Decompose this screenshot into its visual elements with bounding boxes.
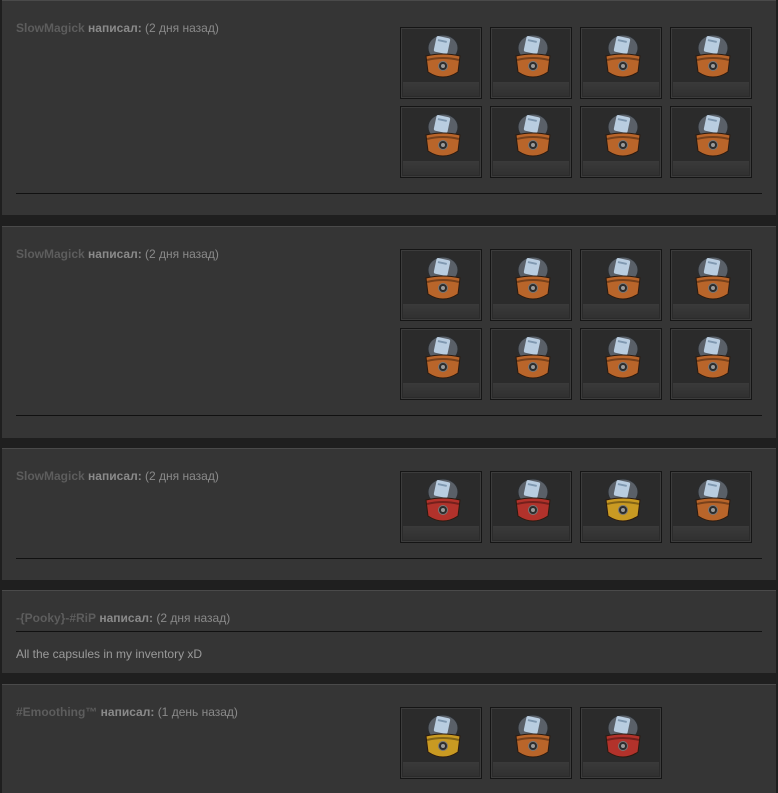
capsule-icon — [425, 478, 461, 522]
inventory-item-tile[interactable] — [400, 106, 482, 178]
item-name-strip — [493, 526, 569, 540]
inventory-item-tile[interactable] — [580, 471, 662, 543]
item-name-strip — [673, 383, 749, 397]
item-name-strip — [493, 82, 569, 96]
item-name-strip — [493, 383, 569, 397]
item-name-strip — [493, 304, 569, 318]
capsule-icon — [695, 335, 731, 379]
comment-header: -{Pooky}-#RiP написал: (2 дня назад) — [16, 611, 230, 625]
wrote-label: написал: — [100, 705, 155, 719]
item-name-strip — [403, 304, 479, 318]
item-name-strip — [403, 762, 479, 776]
capsule-icon — [605, 478, 641, 522]
inventory-item-tile[interactable] — [490, 249, 572, 321]
capsule-icon — [695, 34, 731, 78]
item-name-strip — [403, 383, 479, 397]
divider — [16, 415, 762, 416]
inventory-item-tile[interactable] — [490, 328, 572, 400]
author-link[interactable]: SlowMagick — [16, 21, 85, 35]
comment-post: #Emoothing™ написал: (1 день назад) — [2, 684, 776, 793]
inventory-item-tile[interactable] — [400, 471, 482, 543]
capsule-icon — [425, 714, 461, 758]
capsule-icon — [515, 34, 551, 78]
capsule-icon — [695, 478, 731, 522]
capsule-icon — [605, 256, 641, 300]
capsule-icon — [605, 335, 641, 379]
inventory-item-tile[interactable] — [490, 106, 572, 178]
inventory-item-tile[interactable] — [490, 27, 572, 99]
capsule-icon — [695, 113, 731, 157]
comment-header: #Emoothing™ написал: (1 день назад) — [16, 705, 238, 719]
capsule-icon — [515, 256, 551, 300]
inventory-item-tile[interactable] — [400, 249, 482, 321]
capsule-icon — [515, 714, 551, 758]
author-link[interactable]: SlowMagick — [16, 247, 85, 261]
item-name-strip — [493, 762, 569, 776]
author-link[interactable]: #Emoothing™ — [16, 705, 97, 719]
wrote-label: написал: — [99, 611, 154, 625]
author-link[interactable]: -{Pooky}-#RiP — [16, 611, 96, 625]
item-name-strip — [673, 304, 749, 318]
inventory-item-tile[interactable] — [580, 249, 662, 321]
comment-post: SlowMagick написал: (2 дня назад) — [2, 0, 776, 215]
item-name-strip — [403, 82, 479, 96]
item-name-strip — [403, 526, 479, 540]
capsule-icon — [605, 34, 641, 78]
item-name-strip — [583, 762, 659, 776]
inventory-item-tile[interactable] — [400, 707, 482, 779]
divider — [16, 193, 762, 194]
timestamp: (1 день назад) — [157, 705, 238, 719]
inventory-item-tile[interactable] — [580, 106, 662, 178]
capsule-icon — [425, 113, 461, 157]
item-name-strip — [583, 304, 659, 318]
inventory-item-tile[interactable] — [670, 249, 752, 321]
inventory-item-tile[interactable] — [400, 27, 482, 99]
comment-post: -{Pooky}-#RiP написал: (2 дня назад) All … — [2, 590, 776, 673]
wrote-label: написал: — [88, 247, 142, 261]
inventory-item-tile[interactable] — [400, 328, 482, 400]
timestamp: (2 дня назад) — [145, 247, 219, 261]
item-name-strip — [673, 161, 749, 175]
capsule-icon — [605, 714, 641, 758]
item-name-strip — [673, 82, 749, 96]
comment-header: SlowMagick написал: (2 дня назад) — [16, 247, 219, 261]
divider — [16, 558, 762, 559]
comment-header: SlowMagick написал: (2 дня назад) — [16, 469, 219, 483]
item-name-strip — [493, 161, 569, 175]
author-link[interactable]: SlowMagick — [16, 469, 85, 483]
inventory-item-tile[interactable] — [580, 707, 662, 779]
inventory-item-tile[interactable] — [490, 707, 572, 779]
capsule-icon — [425, 335, 461, 379]
inventory-item-tile[interactable] — [580, 328, 662, 400]
item-name-strip — [403, 161, 479, 175]
comment-post: SlowMagick написал: (2 дня назад) — [2, 226, 776, 438]
item-name-strip — [583, 82, 659, 96]
timestamp: (2 дня назад) — [145, 21, 219, 35]
capsule-icon — [425, 256, 461, 300]
capsule-icon — [515, 335, 551, 379]
wrote-label: написал: — [88, 21, 142, 35]
item-name-strip — [583, 526, 659, 540]
timestamp: (2 дня назад) — [156, 611, 231, 625]
comment-post: SlowMagick написал: (2 дня назад) — [2, 448, 776, 580]
item-name-strip — [673, 526, 749, 540]
wrote-label: написал: — [88, 469, 142, 483]
inventory-item-tile[interactable] — [670, 106, 752, 178]
item-name-strip — [583, 383, 659, 397]
capsule-icon — [515, 113, 551, 157]
inventory-item-tile[interactable] — [670, 27, 752, 99]
inventory-item-tile[interactable] — [670, 471, 752, 543]
capsule-icon — [425, 34, 461, 78]
inventory-item-tile[interactable] — [670, 328, 752, 400]
comment-text: All the capsules in my inventory xD — [16, 647, 203, 661]
inventory-item-tile[interactable] — [580, 27, 662, 99]
capsule-icon — [695, 256, 731, 300]
item-name-strip — [583, 161, 659, 175]
inventory-item-tile[interactable] — [490, 471, 572, 543]
capsule-icon — [605, 113, 641, 157]
capsule-icon — [515, 478, 551, 522]
divider — [16, 631, 762, 632]
timestamp: (2 дня назад) — [145, 469, 219, 483]
comment-header: SlowMagick написал: (2 дня назад) — [16, 21, 219, 35]
